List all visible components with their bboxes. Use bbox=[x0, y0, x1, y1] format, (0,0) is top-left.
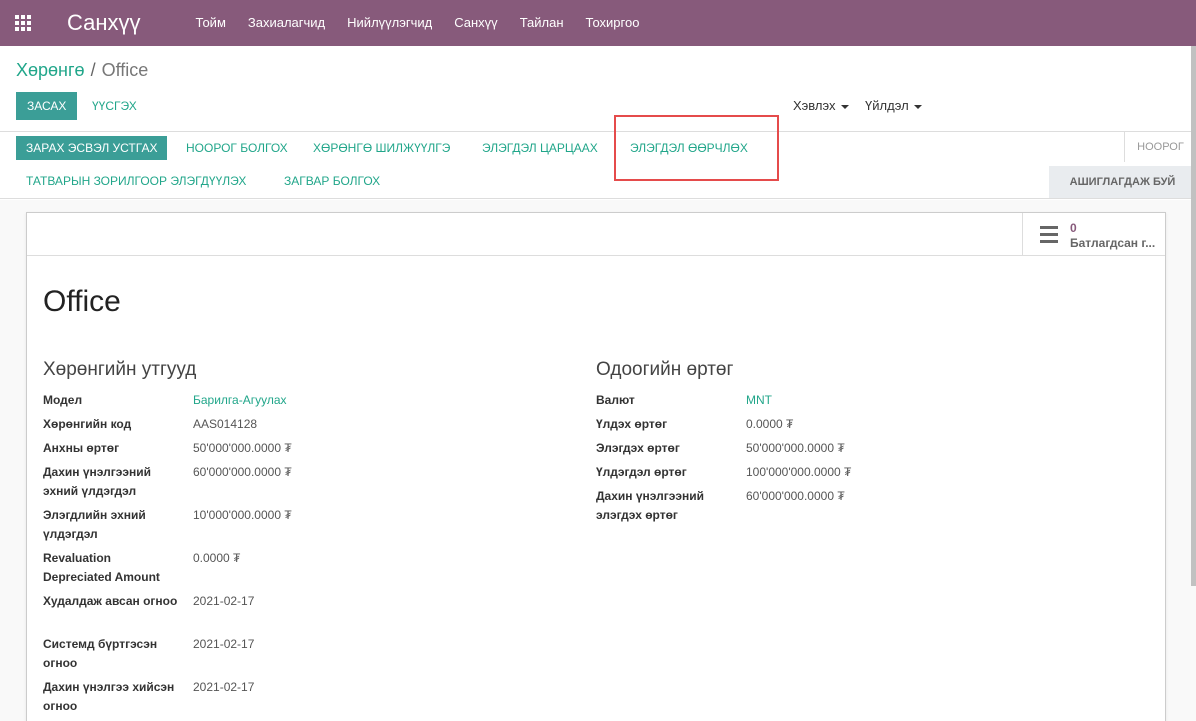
confirmed-entries-smart-button[interactable]: 0 Батлагдсан г... bbox=[1022, 213, 1165, 256]
system-date-value: 2021-02-17 bbox=[193, 637, 255, 651]
field-label: Үлдэгдэл өртөг bbox=[596, 465, 687, 479]
field-label: Дахин үнэлгээ хийсэн огноо bbox=[43, 680, 175, 713]
menu-item-settings[interactable]: Тохиргоо bbox=[575, 0, 651, 46]
field-label: Системд бүртгэсэн огноо bbox=[43, 637, 158, 670]
state-in-use: АШИГЛАГДАЖ БУЙ bbox=[1049, 166, 1196, 198]
depreciable-value: 50'000'000.0000 ₮ bbox=[746, 441, 845, 455]
field-label: Модел bbox=[43, 393, 83, 407]
revaluation-date-value: 2021-02-17 bbox=[193, 680, 255, 694]
breadcrumb-assets-link[interactable]: Хөрөнгө bbox=[16, 60, 85, 80]
main-menu: Тойм Захиалагчид Нийлүүлэгчид Санхүү Тай… bbox=[185, 0, 651, 46]
field-label: Анхны өртөг bbox=[43, 441, 120, 455]
salvage-value: 0.0000 ₮ bbox=[746, 417, 794, 431]
menu-item-accounting[interactable]: Санхүү bbox=[443, 0, 508, 46]
state-draft[interactable]: НООРОГ bbox=[1124, 132, 1196, 162]
app-brand[interactable]: Санхүү bbox=[67, 10, 141, 36]
smart-button-box: 0 Батлагдсан г... bbox=[27, 213, 1165, 256]
print-dropdown[interactable]: Хэвлэх bbox=[793, 98, 849, 113]
print-dropdown-label: Хэвлэх bbox=[793, 98, 836, 113]
field-label: Дахин үнэлгээний эхний үлдэгдэл bbox=[43, 465, 151, 498]
menu-item-customers[interactable]: Захиалагчид bbox=[237, 0, 336, 46]
field-label: Revaluation Depreciated Amount bbox=[43, 551, 160, 584]
make-template-button[interactable]: ЗАГВАР БОЛГОХ bbox=[284, 169, 380, 193]
residual-value: 100'000'000.0000 ₮ bbox=[746, 465, 852, 479]
field-label: Элэгдэх өртөг bbox=[596, 441, 680, 455]
revaluation-depreciated-value: 0.0000 ₮ bbox=[193, 551, 241, 565]
action-dropdown-label: Үйлдэл bbox=[865, 98, 909, 113]
breadcrumb-current: Office bbox=[101, 60, 149, 80]
edit-button[interactable]: ЗАСАХ bbox=[16, 92, 78, 120]
original-value: 50'000'000.0000 ₮ bbox=[193, 441, 292, 455]
field-label: Элэгдлийн эхний үлдэгдэл bbox=[43, 508, 146, 541]
create-button[interactable]: ҮҮСГЭХ bbox=[92, 92, 137, 120]
asset-code-value: AAS014128 bbox=[193, 417, 258, 431]
depreciation-initial-value: 10'000'000.0000 ₮ bbox=[193, 508, 292, 522]
field-label: Хөрөнгийн код bbox=[43, 417, 132, 431]
control-panel: Хөрөнгө / Office ЗАСАХ ҮҮСГЭХ Хэвлэх Үйлдэ… bbox=[0, 46, 1196, 132]
revaluation-depreciable-value: 60'000'000.0000 ₮ bbox=[746, 489, 845, 503]
record-title: Office bbox=[43, 285, 121, 318]
list-icon bbox=[1040, 226, 1058, 247]
smart-button-label: Батлагдсан г... bbox=[1070, 236, 1156, 250]
apps-menu-icon[interactable] bbox=[0, 0, 46, 46]
asset-values-group-title: Хөрөнгийн утгууд bbox=[43, 359, 197, 380]
field-label: Валют bbox=[596, 393, 635, 407]
smart-button-value: 0 bbox=[1070, 221, 1077, 235]
menu-item-overview[interactable]: Тойм bbox=[185, 0, 237, 46]
menu-item-reports[interactable]: Тайлан bbox=[509, 0, 575, 46]
sell-or-dispose-button[interactable]: ЗАРАХ ЭСВЭЛ УСТГАХ bbox=[16, 136, 168, 160]
set-to-draft-button[interactable]: НООРОГ БОЛГОХ bbox=[186, 136, 288, 160]
breadcrumb: Хөрөнгө / Office bbox=[16, 60, 148, 81]
asset-transfer-button[interactable]: ХӨРӨНГӨ ШИЛЖҮҮЛГЭ bbox=[313, 136, 450, 160]
currency-link[interactable]: MNT bbox=[746, 391, 772, 410]
current-value-group-title: Одоогийн өртөг bbox=[596, 359, 734, 380]
revaluation-initial-value: 60'000'000.0000 ₮ bbox=[193, 465, 292, 479]
field-label: Дахин үнэлгээний элэгдэх өртөг bbox=[596, 489, 704, 522]
caret-down-icon bbox=[840, 104, 849, 109]
menu-item-vendors[interactable]: Нийлүүлэгчид bbox=[336, 0, 443, 46]
caret-down-icon bbox=[913, 104, 922, 109]
field-label: Үлдэх өртөг bbox=[596, 417, 668, 431]
freeze-depreciation-button[interactable]: ЭЛЭГДЭЛ ЦАРЦААХ bbox=[482, 136, 598, 160]
asset-model-link[interactable]: Барилга-Агуулах bbox=[193, 391, 287, 410]
purchase-date-value: 2021-02-17 bbox=[193, 594, 255, 608]
page-scrollbar[interactable] bbox=[1191, 46, 1196, 586]
form-statusbar: ЗАРАХ ЭСВЭЛ УСТГАХ НООРОГ БОЛГОХ ХӨРӨНГӨ… bbox=[0, 132, 1196, 199]
form-sheet: 0 Батлагдсан г... Office Хөрөнгийн утгуу… bbox=[26, 212, 1166, 721]
breadcrumb-separator: / bbox=[90, 60, 96, 80]
tax-depreciation-button[interactable]: ТАТВАРЫН ЗОРИЛГООР ЭЛЭГДҮҮЛЭХ bbox=[26, 169, 246, 193]
action-dropdown[interactable]: Үйлдэл bbox=[865, 98, 922, 113]
top-navbar: Санхүү Тойм Захиалагчид Нийлүүлэгчид Сан… bbox=[0, 0, 1196, 46]
modify-depreciation-button[interactable]: ЭЛЭГДЭЛ ӨӨРЧЛӨХ bbox=[630, 136, 748, 160]
field-label: Худалдаж авсан огноо bbox=[43, 594, 178, 608]
